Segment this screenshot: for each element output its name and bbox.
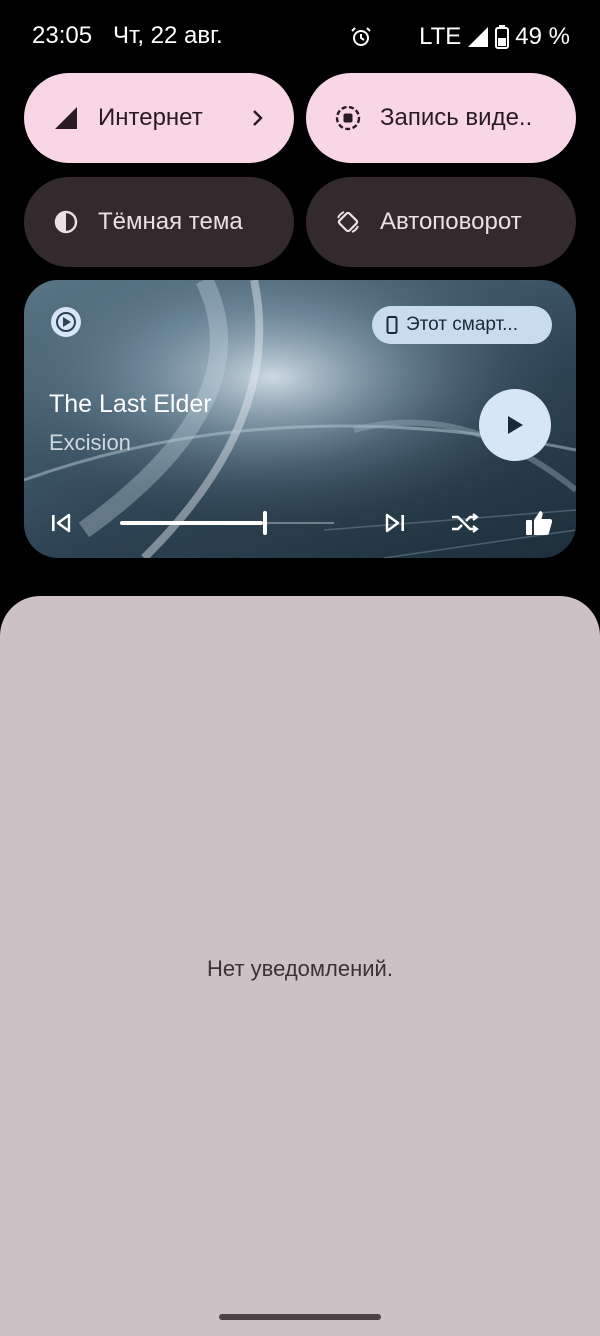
tile-screen-record[interactable]: Запись виде.. (306, 73, 576, 163)
alarm-icon (349, 25, 373, 49)
tile-label: Тёмная тема (98, 208, 243, 235)
track-title: The Last Elder (49, 390, 212, 418)
tile-internet[interactable]: Интернет (24, 73, 294, 163)
play-button[interactable] (479, 389, 551, 461)
tile-label: Автоповорот (380, 208, 522, 235)
youtube-music-icon[interactable] (50, 306, 82, 338)
battery-icon (495, 25, 510, 49)
status-date[interactable]: Чт, 22 авг. (113, 22, 223, 50)
status-time: 23:05 (32, 22, 93, 49)
screen-record-icon (334, 104, 362, 132)
shuffle-icon[interactable] (450, 510, 480, 536)
output-device-label: Этот смарт... (406, 314, 518, 335)
tile-label: Запись виде.. (380, 104, 533, 131)
media-player-card[interactable]: Этот смарт... The Last Elder Excision (24, 280, 576, 558)
play-icon (504, 413, 526, 437)
signal-icon (467, 26, 489, 48)
dark-theme-icon (52, 208, 80, 236)
seek-progress (120, 521, 263, 525)
previous-icon[interactable] (48, 510, 74, 536)
auto-rotate-icon (334, 208, 362, 236)
track-artist: Excision (49, 430, 131, 455)
phone-icon (386, 316, 398, 334)
gesture-nav-handle[interactable] (219, 1314, 381, 1320)
tile-dark-theme[interactable]: Тёмная тема (24, 177, 294, 267)
network-type: LTE (419, 23, 462, 50)
status-icons: LTE 49 % (349, 22, 570, 52)
tile-auto-rotate[interactable]: Автоповорот (306, 177, 576, 267)
output-device-chip[interactable]: Этот смарт... (372, 306, 552, 344)
no-notifications-text: Нет уведомлений. (207, 956, 393, 981)
thumbs-up-icon[interactable] (524, 509, 554, 537)
battery-percent: 49 % (515, 23, 570, 50)
next-icon[interactable] (382, 510, 408, 536)
android-notification-shade: 23:05 Чт, 22 авг. LTE 49 % Интернет Запи… (0, 0, 600, 1336)
signal-icon (52, 104, 80, 132)
tile-label: Интернет (98, 104, 203, 131)
notification-shade: Нет уведомлений. (0, 596, 600, 1336)
chevron-right-icon[interactable] (250, 104, 266, 132)
status-bar: 23:05 Чт, 22 авг. LTE 49 % (0, 0, 600, 72)
seek-thumb[interactable] (263, 511, 267, 535)
seek-bar[interactable] (120, 510, 334, 536)
